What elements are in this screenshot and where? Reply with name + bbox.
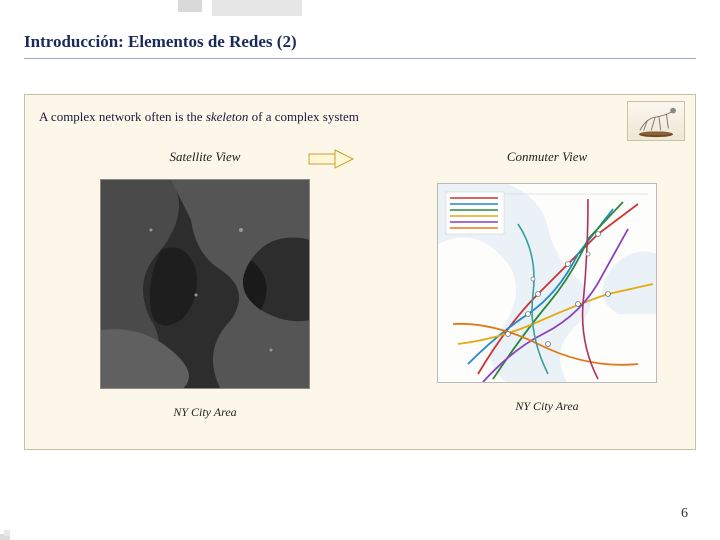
title-underline (24, 58, 696, 59)
satellite-image (100, 179, 310, 389)
left-heading: Satellite View (55, 149, 355, 165)
statement-emphasis: skeleton (206, 109, 249, 124)
statement-post: of a complex system (248, 109, 358, 124)
right-column: Conmuter View (397, 149, 697, 414)
corner-decoration (0, 526, 14, 540)
statement-text: A complex network often is the skeleton … (39, 109, 359, 125)
right-heading: Conmuter View (397, 149, 697, 165)
skeleton-icon (627, 101, 685, 141)
header-decoration (0, 0, 720, 18)
content-panel: A complex network often is the skeleton … (24, 94, 696, 450)
right-caption: NY City Area (397, 399, 697, 414)
slide-title: Introducción: Elementos de Redes (2) (24, 32, 297, 52)
page-number: 6 (681, 506, 688, 522)
transit-map-image (437, 183, 657, 383)
left-column: Satellite View NY City Area (55, 149, 355, 420)
statement-pre: A complex network often is the (39, 109, 206, 124)
left-caption: NY City Area (55, 405, 355, 420)
